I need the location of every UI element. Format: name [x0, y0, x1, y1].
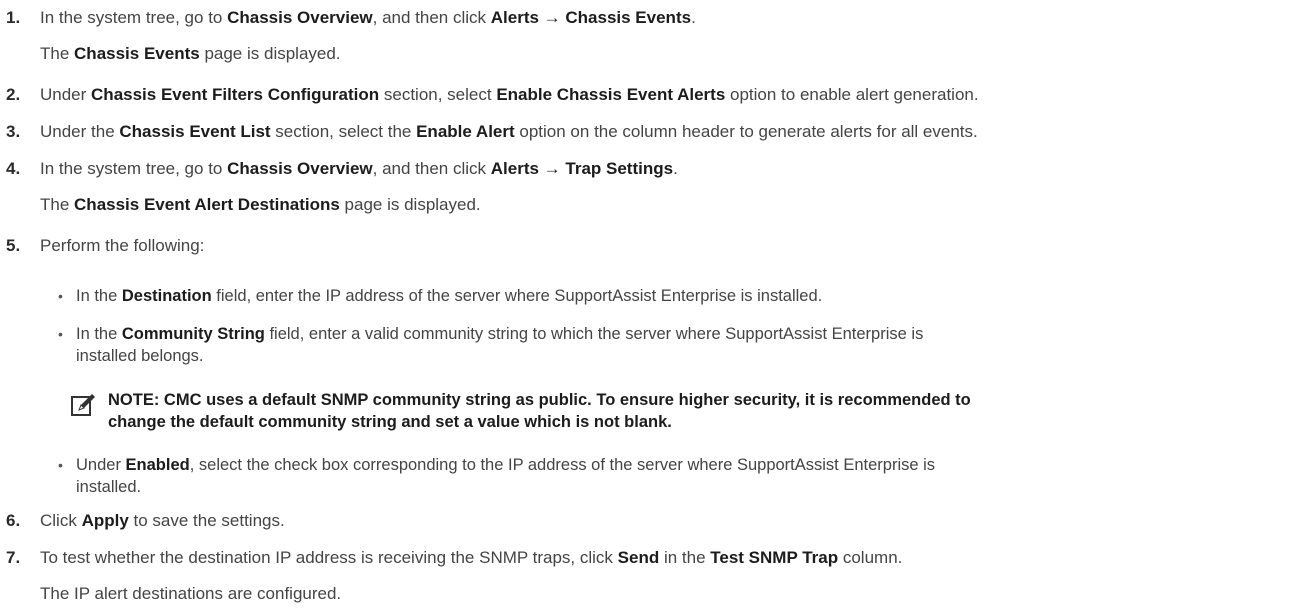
step-text: To test whether the destination IP addre…: [40, 547, 902, 569]
text: .: [691, 8, 696, 27]
text: page is displayed.: [339, 195, 481, 214]
text: Under: [40, 85, 92, 104]
bold-term: Chassis Event List: [119, 122, 271, 141]
step-number: 1.: [6, 8, 21, 27]
bold-term: Alerts → Chassis Events: [490, 8, 692, 27]
text: in the: [659, 548, 711, 567]
pencil-note-icon: [71, 394, 95, 416]
text: option to enable alert generation.: [725, 85, 979, 104]
bullet-text: In the Community String field, enter a v…: [76, 323, 923, 345]
bullet-glyph: •: [58, 288, 63, 304]
text: Under the: [40, 122, 120, 141]
bold-term: Community String: [121, 325, 265, 343]
bullet-text-continued: installed.: [76, 478, 142, 496]
text: option on the column header to generate …: [514, 122, 978, 141]
bold-term: Chassis Event Alert Destinations: [74, 195, 340, 214]
note-line-1: NOTE: CMC uses a default SNMP community …: [108, 391, 971, 409]
procedure-document: 1. In the system tree, go to Chassis Ove…: [0, 0, 1311, 615]
step-number: 2.: [6, 85, 21, 104]
bold-term: Chassis Events: [74, 44, 200, 63]
step-result-text: The Chassis Event Alert Destinations pag…: [40, 194, 481, 216]
bullet-glyph: •: [58, 326, 63, 342]
bold-term: Test SNMP Trap: [710, 548, 839, 567]
bold-term: Chassis Overview: [227, 8, 373, 27]
step-text: Click Apply to save the settings.: [40, 510, 285, 532]
bold-term: Enabled: [125, 456, 190, 474]
text: , select the check box corresponding to …: [189, 456, 936, 474]
bold-term: Alerts → Trap Settings: [490, 159, 674, 178]
text: The: [40, 195, 75, 214]
bullet-text: Under Enabled, select the check box corr…: [76, 454, 935, 476]
bold-term: Send: [617, 548, 660, 567]
step-text: In the system tree, go to Chassis Overvi…: [40, 158, 678, 180]
bold-term: Destination: [121, 287, 212, 305]
text: .: [673, 159, 678, 178]
bold-term: Enable Chassis Event Alerts: [496, 85, 726, 104]
bold-term: Enable Alert: [416, 122, 515, 141]
note-line-2: change the default community string and …: [108, 413, 672, 431]
text: , and then click: [372, 159, 491, 178]
text: In the system tree, go to: [40, 159, 228, 178]
text: The: [40, 44, 75, 63]
text: field, enter a valid community string to…: [264, 325, 924, 343]
text: In the system tree, go to: [40, 8, 228, 27]
text: , and then click: [372, 8, 491, 27]
bullet-text: In the Destination field, enter the IP a…: [76, 285, 822, 307]
step-number: 7.: [6, 548, 21, 567]
step-number: 3.: [6, 122, 21, 141]
step-text: Perform the following:: [40, 236, 205, 255]
text: To test whether the destination IP addre…: [40, 548, 618, 567]
step-text: Under the Chassis Event List section, se…: [40, 121, 978, 143]
text: In the: [76, 325, 122, 343]
step-number: 4.: [6, 159, 21, 178]
bold-term: Chassis Overview: [227, 159, 373, 178]
text: In the: [76, 287, 122, 305]
text: column.: [838, 548, 903, 567]
bullet-text-continued: installed belongs.: [76, 347, 204, 365]
text: to save the settings.: [128, 511, 285, 530]
text: page is displayed.: [199, 44, 341, 63]
text: section, select the: [270, 122, 417, 141]
bold-term: Apply: [81, 511, 129, 530]
text: section, select: [379, 85, 497, 104]
text: Click: [40, 511, 82, 530]
bullet-glyph: •: [58, 457, 63, 473]
step-number: 5.: [6, 236, 21, 255]
bold-term: Chassis Event Filters Configuration: [91, 85, 380, 104]
step-text: In the system tree, go to Chassis Overvi…: [40, 7, 696, 29]
step-number: 6.: [6, 511, 21, 530]
step-result-text: The IP alert destinations are configured…: [40, 584, 342, 603]
text: Under: [76, 456, 126, 474]
step-result-text: The Chassis Events page is displayed.: [40, 43, 341, 65]
step-text: Under Chassis Event Filters Configuratio…: [40, 84, 979, 106]
text: field, enter the IP address of the serve…: [211, 287, 823, 305]
